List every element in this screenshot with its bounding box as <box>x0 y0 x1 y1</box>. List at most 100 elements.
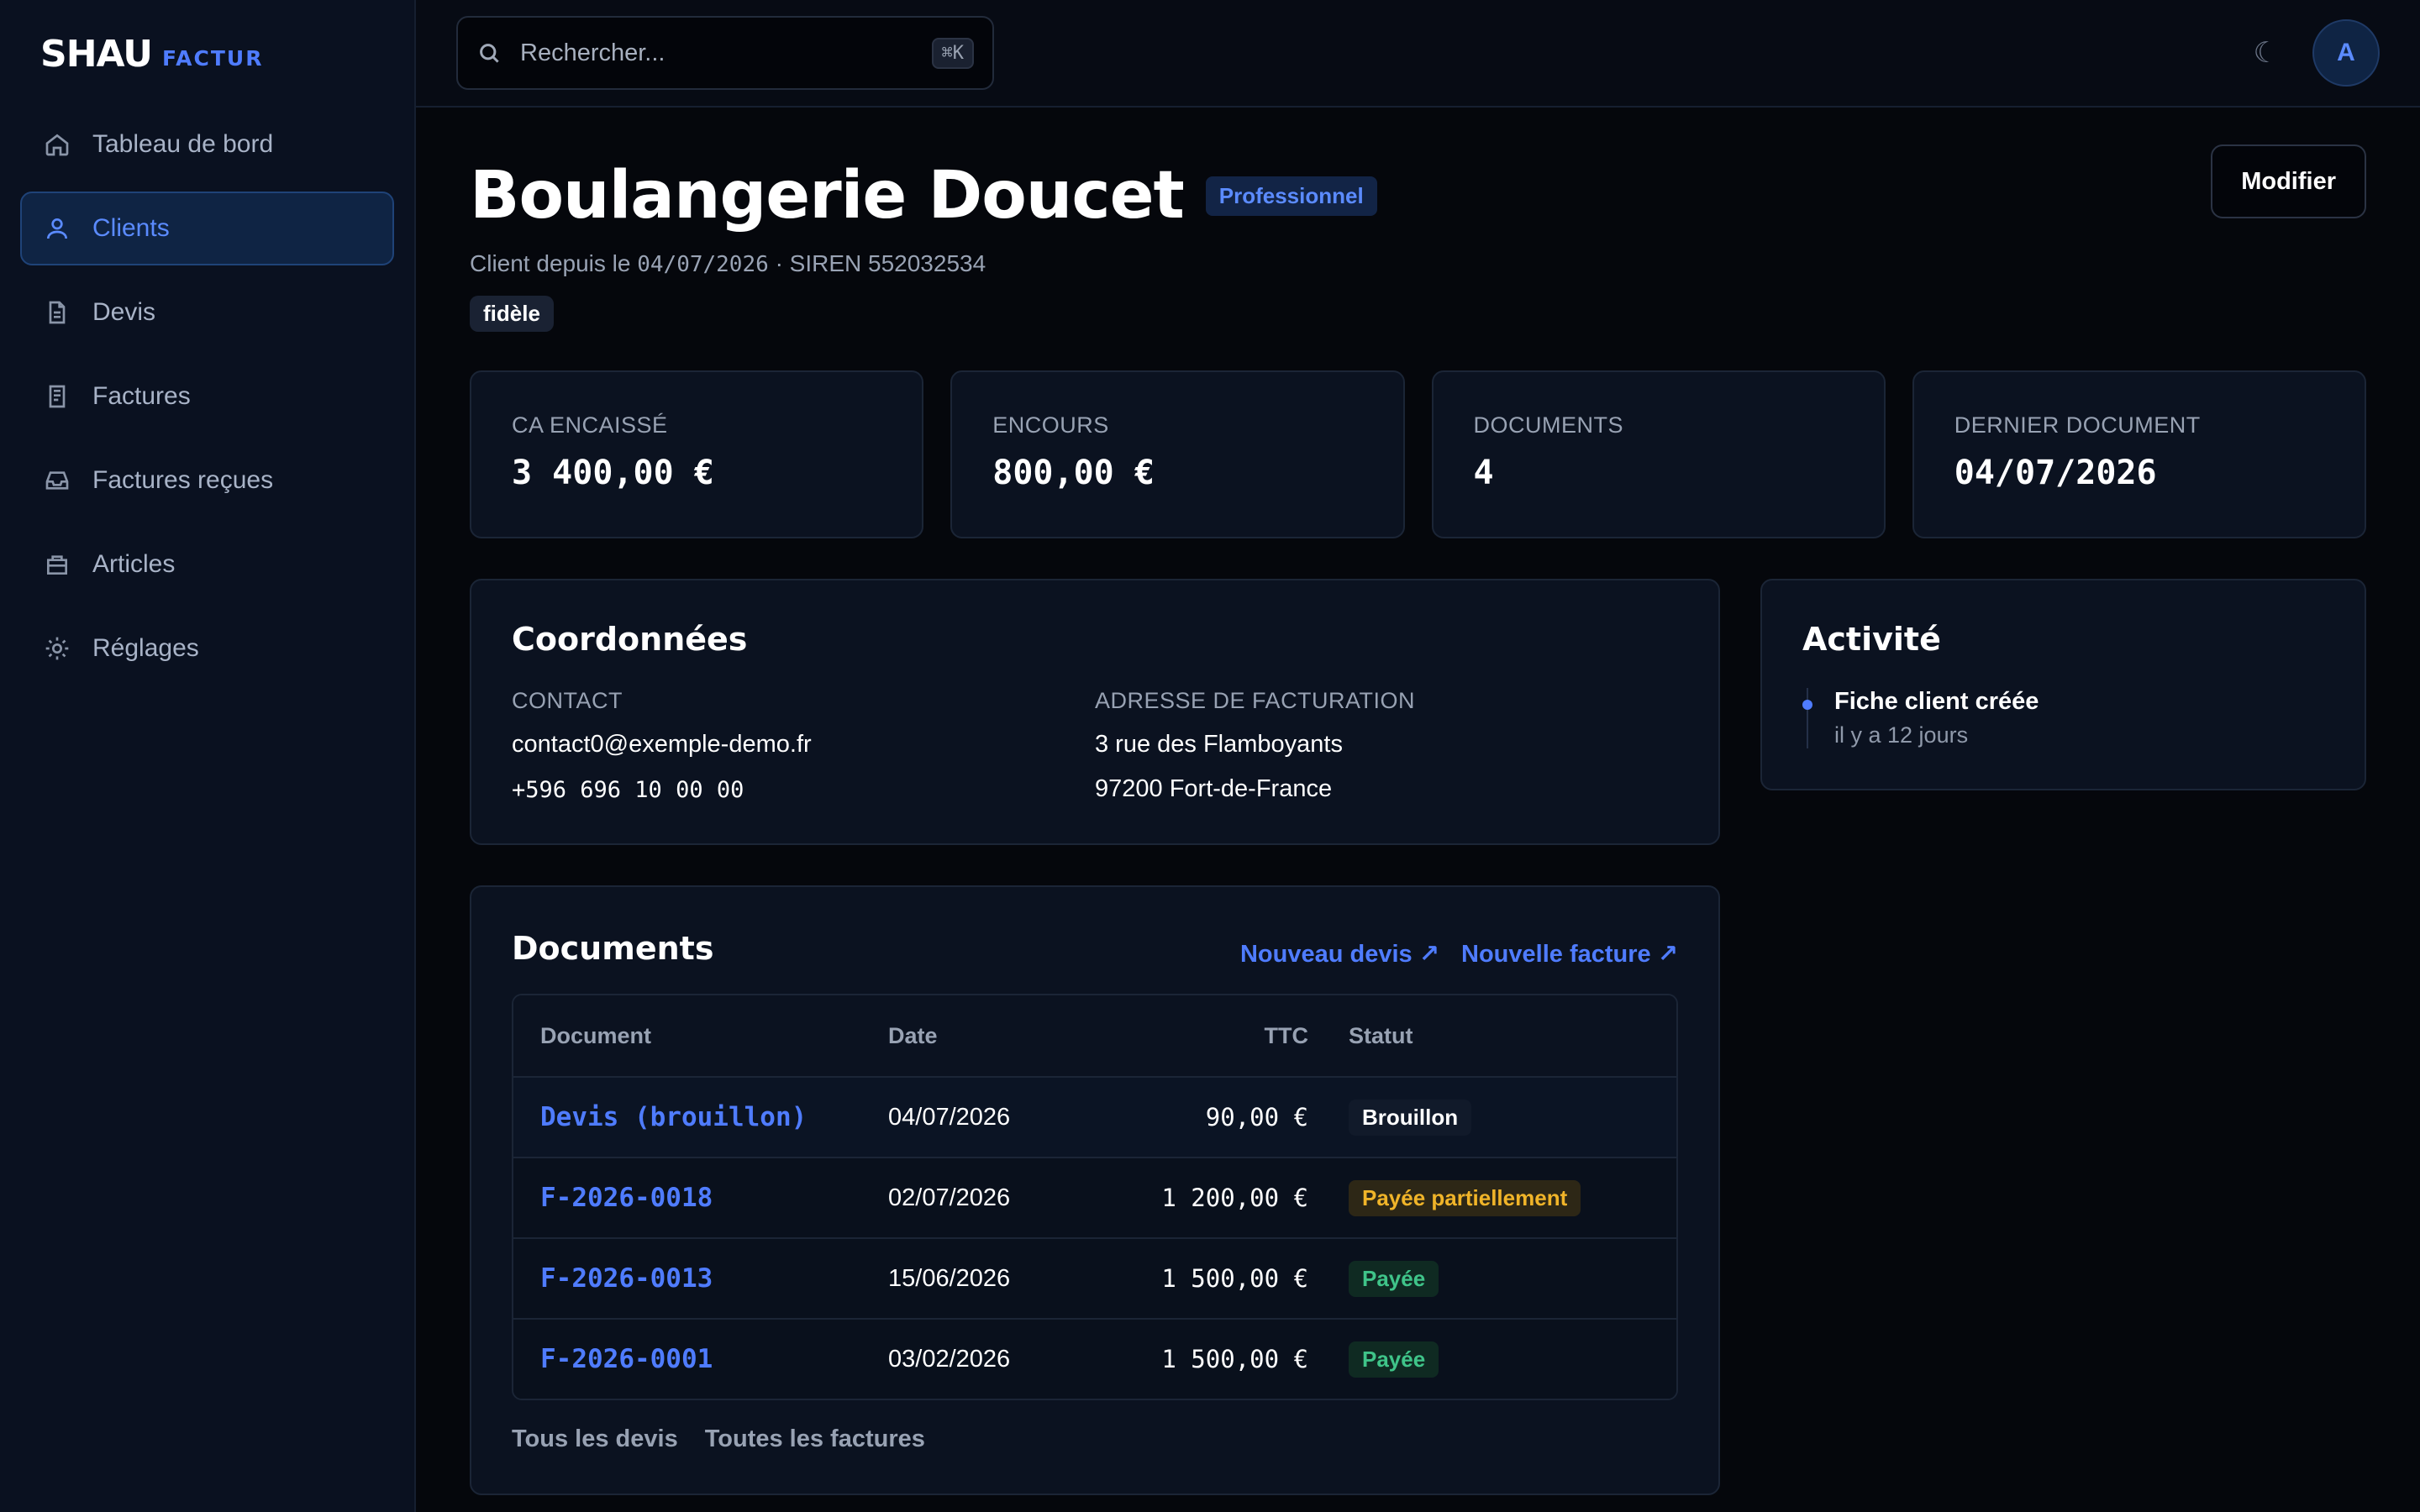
edit-button[interactable]: Modifier <box>2211 144 2366 218</box>
document-link[interactable]: F-2026-0001 <box>540 1344 713 1374</box>
sidebar-item-factures-recues[interactable]: Factures reçues <box>20 444 394 517</box>
table-row[interactable]: F-2026-0018 02/07/2026 1 200,00 € Payée … <box>513 1157 1676 1237</box>
activity-item: Fiche client créée il y a 12 jours <box>1802 688 2324 748</box>
new-quote-link[interactable]: Nouveau devis ↗ <box>1240 939 1439 969</box>
moon-icon[interactable]: ☾ <box>2254 36 2279 70</box>
sidebar-item-factures[interactable]: Factures <box>20 360 394 433</box>
cell-ttc: 1 500,00 € <box>1161 1264 1308 1293</box>
stat-card-documents: DOCUMENTS 4 <box>1431 370 1886 538</box>
cell-status: Brouillon <box>1308 1099 1676 1136</box>
documents-header: Documents Nouveau devis ↗ Nouvelle factu… <box>512 927 1678 969</box>
sidebar-item-label: Clients <box>92 214 170 242</box>
column-header-date: Date <box>888 1022 938 1048</box>
activity-card: Activité Fiche client créée il y a 12 jo… <box>1760 579 2366 790</box>
document-link[interactable]: F-2026-0013 <box>540 1263 713 1294</box>
activity-item-title: Fiche client créée <box>1834 688 2039 715</box>
documents-actions: Nouveau devis ↗ Nouvelle facture ↗ <box>1240 939 1678 969</box>
inbox-icon <box>45 471 69 490</box>
sidebar: SHAU FACTUR Tableau de bord Clients Devi… <box>0 0 416 1512</box>
client-subtitle: Client depuis le 04/07/2026 · SIREN 5520… <box>470 250 1377 277</box>
address-line-1: 3 rue des Flamboyants <box>1095 731 1343 758</box>
contact-column: CONTACT contact0@exemple-demo.fr +596 69… <box>512 688 1095 803</box>
document-link[interactable]: Devis (brouillon) <box>540 1102 807 1132</box>
sidebar-item-clients[interactable]: Clients <box>20 192 394 265</box>
cell-ttc: 1 200,00 € <box>1161 1184 1308 1212</box>
activity-timeline <box>1802 688 1814 748</box>
client-type-badge: Professionnel <box>1205 176 1377 216</box>
sidebar-item-label: Factures reçues <box>92 466 274 494</box>
stat-label: CA ENCAISSÉ <box>512 412 668 438</box>
avatar[interactable]: A <box>2312 19 2380 87</box>
user-icon <box>47 218 67 239</box>
page-title: Boulangerie Doucet <box>470 158 1185 234</box>
status-badge: Payée <box>1349 1260 1439 1297</box>
brand-sub: FACTUR <box>161 45 264 71</box>
cell-document: F-2026-0018 <box>513 1183 888 1213</box>
client-header: Boulangerie Doucet Professionnel Client … <box>470 144 2366 332</box>
documents-title: Documents <box>512 929 714 967</box>
cell-ttc: 90,00 € <box>1205 1103 1308 1131</box>
brand-main: SHAU <box>40 32 153 76</box>
activity-body: Fiche client créée il y a 12 jours <box>1834 688 2039 748</box>
sidebar-item-label: Tableau de bord <box>92 130 274 158</box>
table-row[interactable]: Devis (brouillon) 04/07/2026 90,00 € Bro… <box>513 1076 1676 1157</box>
search-shortcut: ⌘K <box>931 37 974 69</box>
cell-status: Payée <box>1308 1260 1676 1297</box>
table-header: Document Date TTC Statut <box>513 995 1676 1076</box>
column-header-ttc: TTC <box>1264 1022 1308 1048</box>
app-root: SHAU FACTUR Tableau de bord Clients Devi… <box>0 0 2420 1512</box>
stat-label: DERNIER DOCUMENT <box>1954 412 2201 438</box>
main-area: ⌘K ☾ A Boulangerie Doucet Professionnel … <box>416 0 2420 1512</box>
sidebar-item-articles[interactable]: Articles <box>20 528 394 601</box>
stat-value: 800,00 € <box>992 454 1155 492</box>
table-row[interactable]: F-2026-0001 03/02/2026 1 500,00 € Payée <box>513 1318 1676 1399</box>
contact-phone[interactable]: +596 696 10 00 00 <box>512 777 1095 803</box>
coordonnees-title: Coordonnées <box>512 621 748 658</box>
cell-document: F-2026-0001 <box>513 1344 888 1374</box>
search-box: ⌘K <box>456 16 994 90</box>
stat-value: 3 400,00 € <box>512 454 714 492</box>
cell-status: Payée <box>1308 1341 1676 1378</box>
sidebar-item-label: Articles <box>92 550 176 578</box>
table-row[interactable]: F-2026-0013 15/06/2026 1 500,00 € Payée <box>513 1237 1676 1318</box>
status-badge: Brouillon <box>1349 1099 1472 1136</box>
coordonnees-grid: CONTACT contact0@exemple-demo.fr +596 69… <box>512 688 1678 803</box>
search-input[interactable] <box>520 39 913 67</box>
new-invoice-link[interactable]: Nouvelle facture ↗ <box>1461 939 1678 969</box>
contact-email[interactable]: contact0@exemple-demo.fr <box>512 731 1095 759</box>
documents-footer-links: Tous les devis Toutes les factures <box>512 1425 1678 1453</box>
sidebar-item-reglages[interactable]: Réglages <box>20 612 394 685</box>
stat-card-last-document: DERNIER DOCUMENT 04/07/2026 <box>1912 370 2366 538</box>
stat-card-ca: CA ENCAISSÉ 3 400,00 € <box>470 370 924 538</box>
sidebar-item-devis[interactable]: Devis <box>20 276 394 349</box>
address-line-2: 97200 Fort-de-France <box>1095 775 1333 802</box>
sidebar-item-dashboard[interactable]: Tableau de bord <box>20 108 394 181</box>
column-header-status: Statut <box>1349 1022 1413 1048</box>
timeline-line <box>1807 688 1808 748</box>
cell-status: Payée partiellement <box>1308 1179 1676 1216</box>
document-link[interactable]: F-2026-0018 <box>540 1183 713 1213</box>
sidebar-nav: Tableau de bord Clients Devis Factures F… <box>20 108 394 685</box>
cell-document: F-2026-0013 <box>513 1263 888 1294</box>
coordonnees-card: Coordonnées CONTACT contact0@exemple-dem… <box>470 579 1720 845</box>
all-invoices-link[interactable]: Toutes les factures <box>705 1425 925 1453</box>
right-column: Activité Fiche client créée il y a 12 jo… <box>1760 579 2366 1495</box>
gear-icon <box>45 637 69 660</box>
cell-date: 02/07/2026 <box>888 1184 1011 1211</box>
home-icon <box>45 134 69 156</box>
topbar: ⌘K ☾ A <box>416 0 2420 108</box>
status-badge: Payée partiellement <box>1349 1179 1581 1216</box>
all-quotes-link[interactable]: Tous les devis <box>512 1425 678 1453</box>
client-tag: fidèle <box>470 296 554 332</box>
stats-row: CA ENCAISSÉ 3 400,00 € ENCOURS 800,00 € … <box>470 370 2366 538</box>
brand-logo[interactable]: SHAU FACTUR <box>20 0 394 108</box>
box-icon <box>47 555 67 575</box>
siren-text: · SIREN 552032534 <box>775 250 986 276</box>
address-label: ADRESSE DE FACTURATION <box>1095 688 1416 713</box>
since-date: 04/07/2026 <box>637 252 769 277</box>
title-row: Boulangerie Doucet Professionnel <box>470 163 1377 228</box>
documents-card: Documents Nouveau devis ↗ Nouvelle factu… <box>470 885 1720 1495</box>
lower-grid: Coordonnées CONTACT contact0@exemple-dem… <box>470 579 2366 1495</box>
document-icon <box>49 301 66 324</box>
status-badge: Payée <box>1349 1341 1439 1378</box>
